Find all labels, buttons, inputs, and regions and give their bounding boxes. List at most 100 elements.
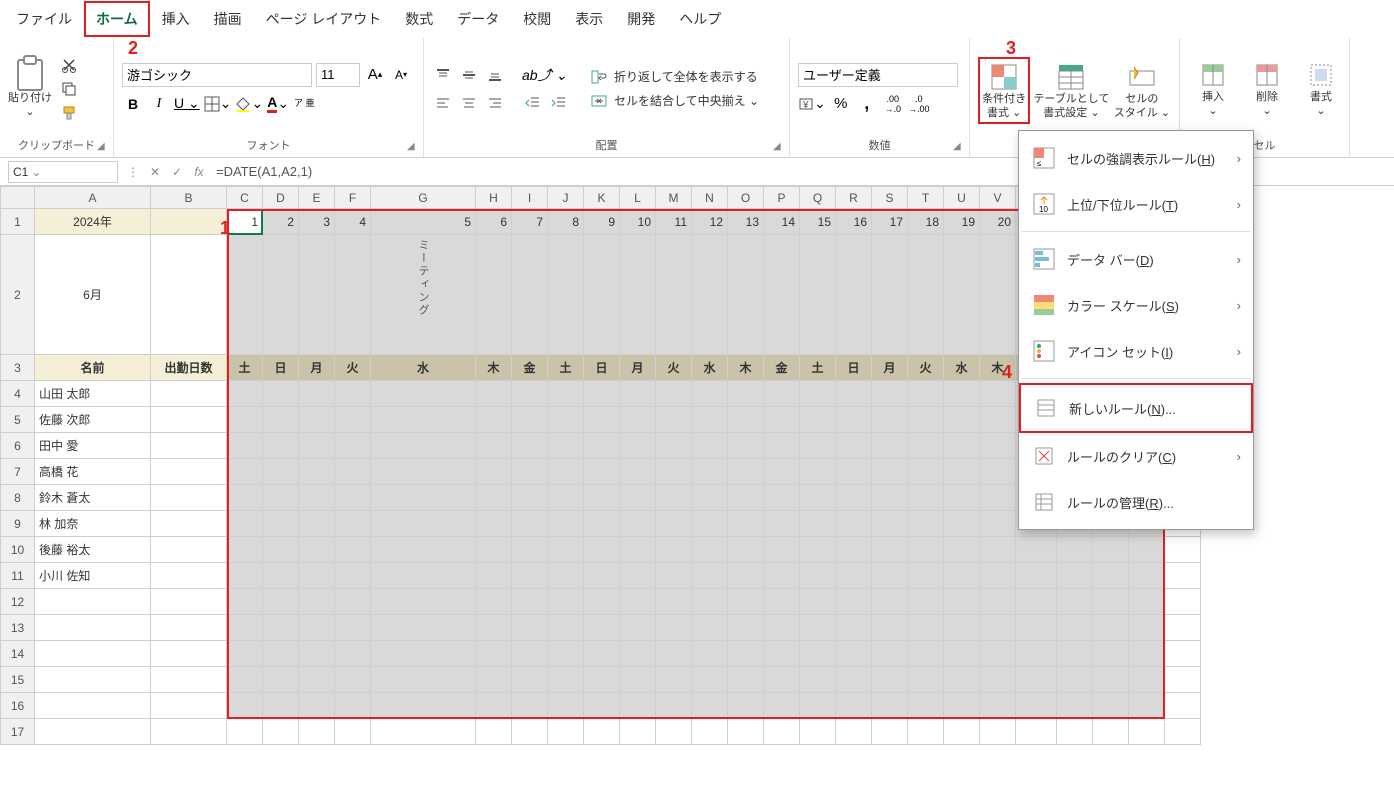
cell[interactable]: [476, 235, 512, 355]
cell[interactable]: [800, 485, 836, 511]
cell[interactable]: [512, 667, 548, 693]
cell[interactable]: [584, 693, 620, 719]
cell[interactable]: [800, 615, 836, 641]
cell[interactable]: [548, 537, 584, 563]
cell[interactable]: [728, 537, 764, 563]
cell[interactable]: [1129, 563, 1165, 589]
cell[interactable]: [263, 615, 299, 641]
cell[interactable]: [764, 693, 800, 719]
cell[interactable]: [299, 381, 335, 407]
cell[interactable]: 日: [836, 355, 872, 381]
cell[interactable]: [151, 235, 227, 355]
cell[interactable]: [908, 407, 944, 433]
cell-styles-button[interactable]: セルの スタイル ⌄: [1113, 59, 1171, 121]
cell[interactable]: [656, 719, 692, 745]
cell[interactable]: [151, 667, 227, 693]
percent-icon[interactable]: %: [830, 93, 852, 115]
number-format-select[interactable]: [798, 63, 958, 87]
cell[interactable]: [299, 563, 335, 589]
cell[interactable]: [980, 719, 1016, 745]
cell[interactable]: [263, 459, 299, 485]
cell[interactable]: [1057, 667, 1093, 693]
cell[interactable]: [584, 485, 620, 511]
cell[interactable]: [980, 433, 1016, 459]
cell[interactable]: [872, 641, 908, 667]
cell[interactable]: [512, 511, 548, 537]
cell[interactable]: 水: [371, 355, 476, 381]
cell[interactable]: [227, 407, 263, 433]
cell[interactable]: 鈴木 蒼太: [35, 485, 151, 511]
column-header[interactable]: R: [836, 187, 872, 209]
cell[interactable]: [944, 407, 980, 433]
cell[interactable]: [836, 485, 872, 511]
fx-icon[interactable]: fx: [188, 161, 210, 183]
cell[interactable]: 12: [692, 209, 728, 235]
cell[interactable]: [335, 407, 371, 433]
cell[interactable]: [620, 485, 656, 511]
cell[interactable]: [1165, 589, 1201, 615]
cell[interactable]: [1016, 693, 1057, 719]
cell[interactable]: 土: [548, 355, 584, 381]
cell[interactable]: [656, 407, 692, 433]
cell[interactable]: [620, 433, 656, 459]
cell[interactable]: [692, 589, 728, 615]
cell[interactable]: [151, 209, 227, 235]
cell[interactable]: [371, 485, 476, 511]
cell[interactable]: [371, 459, 476, 485]
cell[interactable]: [476, 693, 512, 719]
cell[interactable]: [335, 693, 371, 719]
cell[interactable]: [299, 667, 335, 693]
cell[interactable]: [299, 235, 335, 355]
cell[interactable]: [656, 381, 692, 407]
cell[interactable]: [299, 407, 335, 433]
cell[interactable]: [263, 589, 299, 615]
cell[interactable]: [335, 719, 371, 745]
cell[interactable]: [656, 511, 692, 537]
cell[interactable]: [227, 485, 263, 511]
cell[interactable]: 火: [908, 355, 944, 381]
cell[interactable]: [836, 693, 872, 719]
cell[interactable]: [263, 407, 299, 433]
align-top-icon[interactable]: [432, 64, 454, 86]
cell[interactable]: 月: [872, 355, 908, 381]
cell[interactable]: 佐藤 次郎: [35, 407, 151, 433]
cell[interactable]: [548, 693, 584, 719]
cell[interactable]: [548, 615, 584, 641]
font-launcher[interactable]: ◢: [407, 141, 421, 155]
name-box[interactable]: C1⌄: [8, 161, 118, 183]
cell[interactable]: [151, 537, 227, 563]
cell[interactable]: [908, 459, 944, 485]
paste-button[interactable]: 貼り付け⌄: [8, 92, 52, 118]
cell[interactable]: [872, 563, 908, 589]
cell[interactable]: [872, 693, 908, 719]
row-header[interactable]: 4: [1, 381, 35, 407]
cell[interactable]: [944, 563, 980, 589]
cell[interactable]: [1093, 563, 1129, 589]
cell[interactable]: [764, 485, 800, 511]
cell[interactable]: [371, 589, 476, 615]
column-header[interactable]: Q: [800, 187, 836, 209]
cell[interactable]: [335, 641, 371, 667]
cell[interactable]: [908, 485, 944, 511]
column-header[interactable]: B: [151, 187, 227, 209]
cell[interactable]: [227, 459, 263, 485]
cell[interactable]: [692, 407, 728, 433]
cell[interactable]: [548, 511, 584, 537]
cell[interactable]: [836, 381, 872, 407]
cell[interactable]: [800, 381, 836, 407]
cell[interactable]: [227, 537, 263, 563]
menu-data[interactable]: データ: [445, 1, 511, 37]
cell[interactable]: [1093, 641, 1129, 667]
cell[interactable]: [872, 537, 908, 563]
cell[interactable]: [299, 589, 335, 615]
cell[interactable]: [1016, 667, 1057, 693]
phonetic-icon[interactable]: ア 亜: [293, 93, 315, 115]
cell[interactable]: [548, 641, 584, 667]
cell[interactable]: [980, 693, 1016, 719]
cell[interactable]: [764, 381, 800, 407]
cell[interactable]: [512, 589, 548, 615]
comma-icon[interactable]: ,: [856, 93, 878, 115]
cell[interactable]: [692, 641, 728, 667]
cell[interactable]: [656, 693, 692, 719]
cell[interactable]: [764, 563, 800, 589]
